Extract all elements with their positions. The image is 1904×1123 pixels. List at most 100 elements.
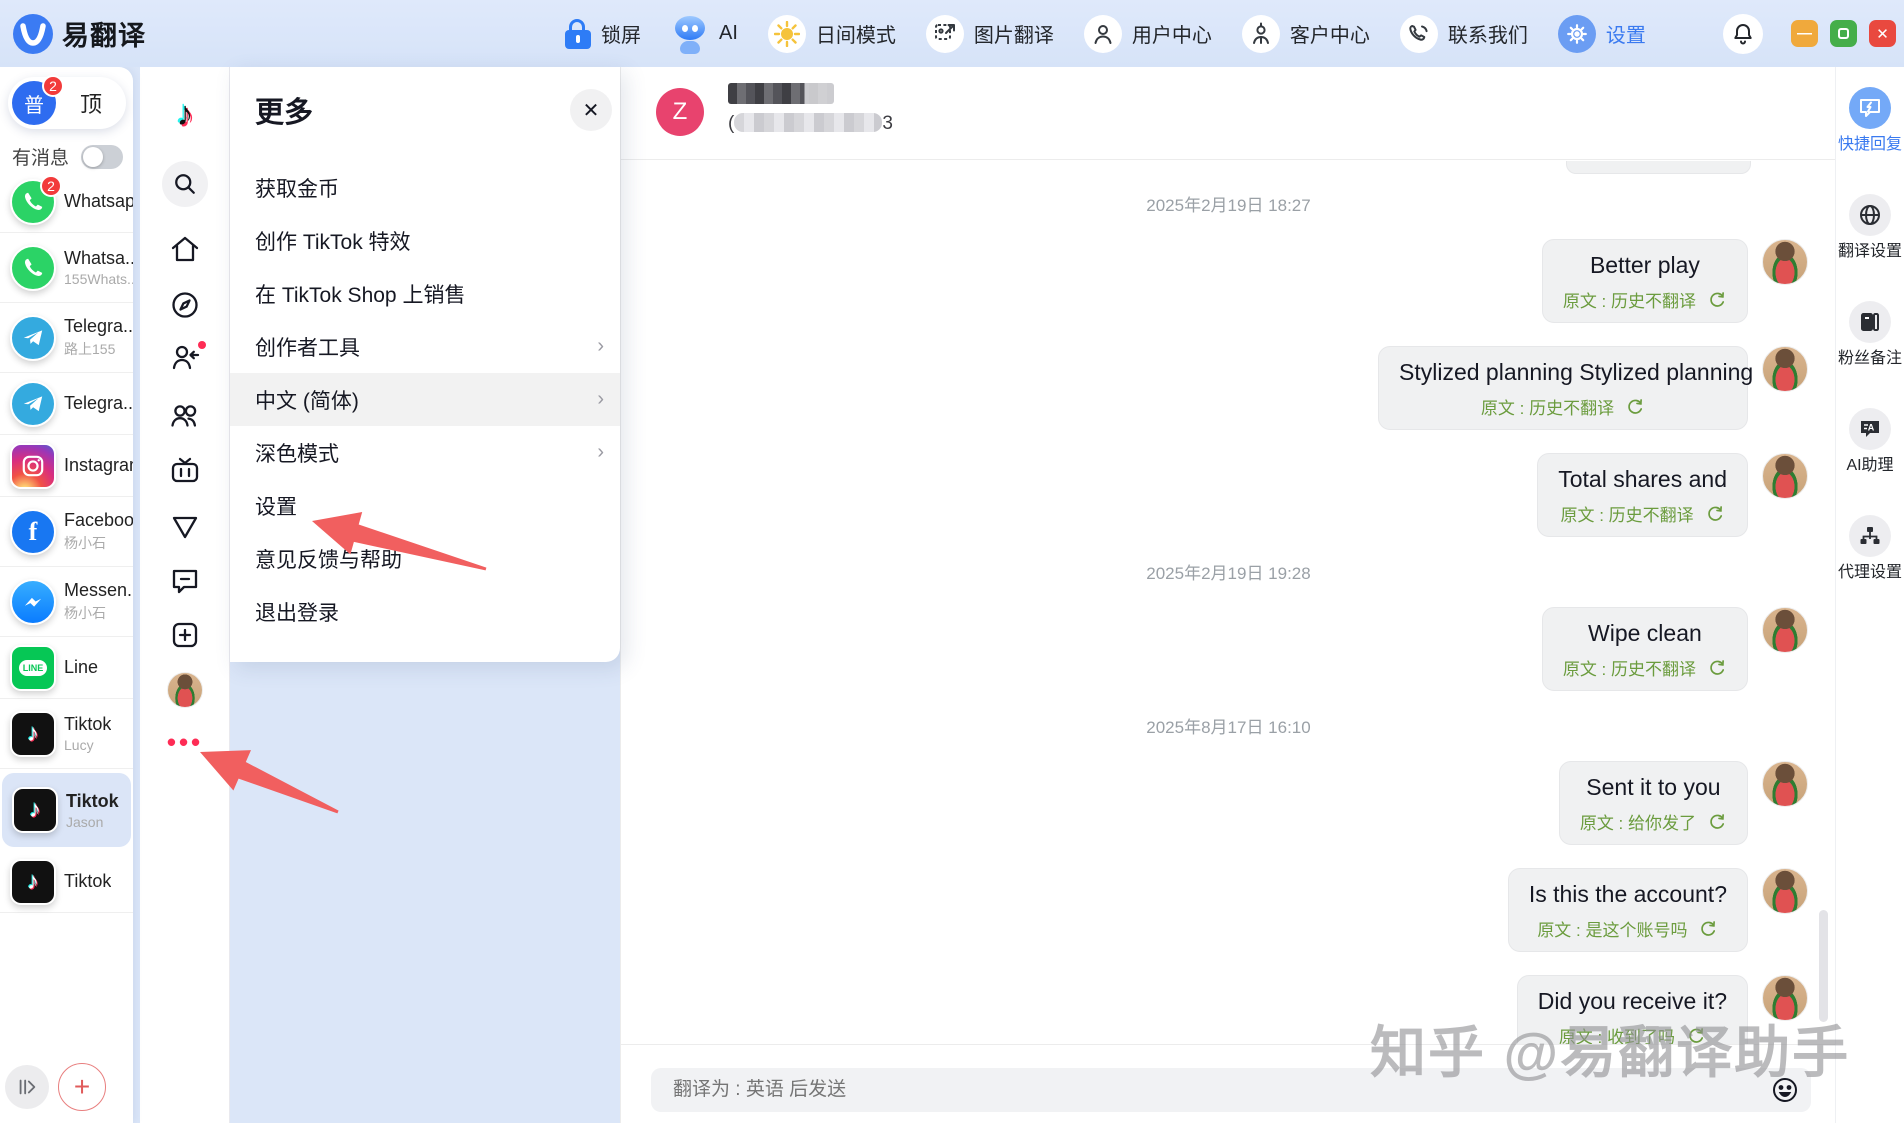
contact-item-messenger-杨小石[interactable]: Messen...杨小石: [0, 567, 133, 637]
live-icon[interactable]: [140, 455, 230, 487]
message-bubble: Total shares and原文 : 历史不翻译: [1537, 453, 1748, 537]
contact-item-facebook-杨小石[interactable]: fFacebook杨小石: [0, 497, 133, 567]
scrollbar-thumb[interactable]: [1819, 910, 1828, 1022]
refresh-translation-icon[interactable]: [1708, 290, 1727, 309]
expand-icon: [16, 1076, 38, 1098]
unread-badge: 2: [40, 175, 62, 197]
add-account-button[interactable]: +: [58, 1063, 106, 1111]
has-message-toggle[interactable]: [81, 145, 123, 169]
contact-item-telegram-路上155[interactable]: Telegra...路上155: [0, 303, 133, 373]
contact-item-instagram[interactable]: Instagram: [0, 435, 133, 497]
more-menu-item-设置[interactable]: 设置: [230, 479, 620, 532]
customer-center-button[interactable]: 客户中心: [1242, 15, 1370, 53]
whatsapp-icon: 2: [10, 179, 56, 225]
lock-screen-button[interactable]: 锁屏: [565, 19, 641, 49]
notebook-icon: [1849, 301, 1891, 343]
phone-icon: [1400, 15, 1438, 53]
partial-message-bubble: [1566, 161, 1751, 174]
user-center-button[interactable]: 用户中心: [1084, 15, 1212, 53]
close-window-button[interactable]: ✕: [1869, 20, 1896, 47]
quick-reply-button[interactable]: 快捷回复: [1836, 87, 1904, 154]
image-translate-button[interactable]: 图片翻译: [926, 15, 1054, 53]
facebook-icon: f: [10, 509, 56, 555]
messages-icon[interactable]: [140, 565, 230, 597]
contact-item-telegram[interactable]: Telegra...: [0, 373, 133, 435]
inbox-icon[interactable]: [140, 511, 230, 543]
following-icon[interactable]: [140, 341, 230, 373]
contact-us-button[interactable]: 联系我们: [1400, 15, 1528, 53]
message-row: Is this the account?原文 : 是这个账号吗: [621, 868, 1836, 952]
upload-icon[interactable]: [140, 619, 230, 651]
tiktok-logo-icon[interactable]: ♪: [140, 95, 230, 134]
contact-item-tiktok-Lucy[interactable]: ♪TiktokLucy: [0, 699, 133, 769]
more-menu-item-深色模式[interactable]: 深色模式›: [230, 426, 620, 479]
more-menu-item-获取金币[interactable]: 获取金币: [230, 161, 620, 214]
rail-profile-avatar[interactable]: [140, 672, 230, 708]
day-mode-button[interactable]: 日间模式: [768, 15, 896, 53]
translate-settings-button[interactable]: 翻译设置: [1836, 194, 1904, 261]
tiktok-icon: ♪: [10, 859, 56, 905]
contact-item-whatsapp[interactable]: 2Whatsapp: [0, 171, 133, 233]
refresh-translation-icon[interactable]: [1687, 1026, 1706, 1044]
more-menu-item-创作-TikTok-特效[interactable]: 创作 TikTok 特效: [230, 214, 620, 267]
contact-item-whatsapp-155Whats...[interactable]: Whatsa...155Whats...: [0, 233, 133, 303]
more-menu-item-退出登录[interactable]: 退出登录: [230, 585, 620, 638]
more-options-dots[interactable]: •••: [140, 727, 230, 758]
close-more-menu-button[interactable]: ✕: [570, 89, 612, 131]
original-text: 原文 : 是这个账号吗: [1529, 916, 1727, 941]
friends-icon[interactable]: [140, 399, 230, 431]
message-text: Wipe clean: [1563, 620, 1727, 647]
support-icon: [1242, 15, 1280, 53]
user-icon: [1084, 15, 1122, 53]
message-list[interactable]: 2025年2月19日 18:27Better play原文 : 历史不翻译Sty…: [621, 161, 1836, 1044]
refresh-translation-icon[interactable]: [1699, 919, 1718, 938]
refresh-translation-icon[interactable]: [1708, 812, 1727, 831]
refresh-translation-icon[interactable]: [1626, 397, 1645, 416]
contact-name: Tiktok: [64, 714, 111, 734]
search-button[interactable]: [140, 161, 230, 207]
gear-icon: [1558, 15, 1596, 53]
home-icon[interactable]: [140, 233, 230, 265]
notifications-button[interactable]: [1723, 14, 1763, 54]
settings-button[interactable]: 设置: [1558, 15, 1646, 53]
emoji-icon[interactable]: [1771, 1076, 1799, 1109]
original-text: 原文 : 收到了吗: [1538, 1023, 1727, 1044]
quick-reply-icon: [1849, 87, 1891, 129]
refresh-translation-icon[interactable]: [1708, 658, 1727, 677]
more-menu-item-意见反馈与帮助[interactable]: 意见反馈与帮助: [230, 532, 620, 585]
more-menu-item-中文-(简体)[interactable]: 中文 (简体)›: [230, 373, 620, 426]
contact-name: Facebook: [64, 510, 133, 530]
date-divider: 2025年8月17日 16:10: [621, 713, 1836, 738]
menu-item-label: 意见反馈与帮助: [255, 544, 402, 574]
contact-subtitle: 杨小石: [64, 603, 133, 623]
explore-icon[interactable]: [140, 289, 230, 321]
refresh-translation-icon[interactable]: [1706, 504, 1725, 523]
proxy-settings-button[interactable]: 代理设置: [1836, 515, 1904, 582]
titlebar-nav: 锁屏 AI 日间模式: [565, 0, 1676, 67]
ai-button[interactable]: AI: [671, 14, 738, 54]
more-menu-item-在-TikTok-Shop-上销售[interactable]: 在 TikTok Shop 上销售: [230, 267, 620, 320]
original-text: 原文 : 给你发了: [1580, 809, 1727, 834]
message-text: Better play: [1563, 252, 1727, 279]
ai-assistant-button[interactable]: A AI助理: [1836, 408, 1904, 475]
contact-item-tiktok[interactable]: ♪Tiktok: [0, 851, 133, 913]
contact-item-line[interactable]: LINELine: [0, 637, 133, 699]
profile-pill[interactable]: 普 2 顶: [8, 77, 126, 129]
more-menu-item-创作者工具[interactable]: 创作者工具›: [230, 320, 620, 373]
contact-name: Whatsa...: [64, 248, 133, 268]
tiktok-icon: ♪: [10, 711, 56, 757]
titlebar-right: — ✕: [1723, 0, 1896, 67]
minimize-button[interactable]: —: [1791, 20, 1818, 47]
contact-name: Telegra...: [64, 393, 133, 413]
profile-avatar: 普 2: [12, 81, 56, 125]
fan-notes-button[interactable]: 粉丝备注: [1836, 301, 1904, 368]
maximize-button[interactable]: [1830, 20, 1857, 47]
contact-item-tiktok-Jason[interactable]: ♪TiktokJason: [2, 773, 131, 847]
avatar: [1762, 239, 1808, 285]
contact-name: Line: [64, 657, 98, 677]
menu-item-label: 在 TikTok Shop 上销售: [255, 279, 465, 309]
date-divider: 2025年2月19日 19:28: [621, 559, 1836, 584]
message-row: Better play原文 : 历史不翻译: [621, 239, 1836, 323]
message-input[interactable]: [673, 1068, 1753, 1112]
expand-sidebar-button[interactable]: [5, 1065, 49, 1109]
